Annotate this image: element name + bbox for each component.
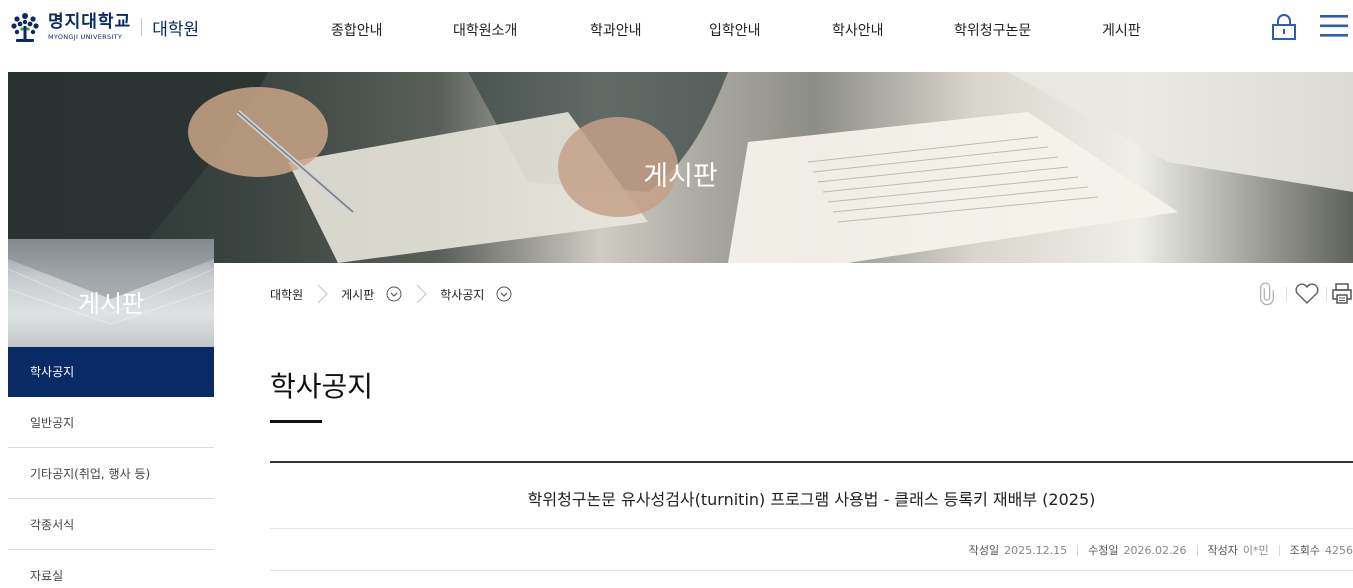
- breadcrumb-academic-notice[interactable]: 학사공지: [440, 286, 484, 303]
- chevron-right-icon: [416, 284, 428, 304]
- created-label: 작성일: [968, 544, 1000, 557]
- page-title: 학사공지: [270, 370, 374, 403]
- meta-divider: [1278, 544, 1280, 556]
- print-icon[interactable]: [1331, 282, 1353, 306]
- article-subject: 학위청구논문 유사성검사(turnitin) 프로그램 사용법 - 클래스 등록…: [527, 490, 1096, 509]
- breadcrumb-home[interactable]: 대학원: [270, 286, 303, 303]
- created-date: 2025.12.15: [1004, 543, 1068, 557]
- article-top-border: [270, 461, 1353, 463]
- sidebar-item-general-notice[interactable]: 일반공지: [8, 397, 214, 448]
- menu-icon[interactable]: [1320, 14, 1348, 38]
- sidebar-menu: 학사공지 일반공지 기타공지(취업, 행사 등) 각종서식 자료실: [8, 347, 214, 588]
- article-divider: [270, 570, 1353, 571]
- article-meta: 작성일 2025.12.15 수정일 2026.02.26 작성자 이*민 조회…: [969, 542, 1353, 558]
- site-header: 명지대학교 MYONGJI UNIVERSITY 대학원 종합안내 대학원소개 …: [0, 0, 1353, 66]
- views-count: 4256: [1325, 543, 1353, 557]
- nav-item-general-info[interactable]: 종합안내: [331, 20, 383, 40]
- author-name: 이*민: [1242, 544, 1269, 557]
- hero-title: 게시판: [643, 161, 718, 192]
- sidebar-item-other-notice[interactable]: 기타공지(취업, 행사 등): [8, 448, 214, 499]
- sidebar-title: 게시판: [77, 290, 145, 318]
- nav-item-board[interactable]: 게시판: [1102, 20, 1141, 40]
- util-divider: [1326, 287, 1327, 301]
- sidebar-item-academic-notice[interactable]: 학사공지: [8, 347, 214, 397]
- nav-item-about[interactable]: 대학원소개: [453, 20, 517, 40]
- heart-icon[interactable]: [1293, 282, 1321, 306]
- sidebar-header: 게시판: [8, 239, 214, 347]
- meta-divider: [1077, 544, 1079, 556]
- nav-item-thesis[interactable]: 학위청구논문: [954, 20, 1031, 40]
- article-divider: [270, 528, 1353, 529]
- sidebar-item-forms[interactable]: 각종서식: [8, 499, 214, 550]
- chevron-right-icon: [317, 284, 328, 304]
- meta-divider: [1196, 544, 1198, 556]
- chevron-down-circle-icon[interactable]: [386, 286, 402, 302]
- author-label: 작성자: [1207, 544, 1238, 557]
- breadcrumb-board[interactable]: 게시판: [341, 286, 374, 303]
- hero-banner: 게시판: [8, 72, 1353, 263]
- nav-item-admissions[interactable]: 입학안내: [709, 20, 761, 40]
- nav-item-academics[interactable]: 학사안내: [832, 20, 884, 40]
- attachment-icon[interactable]: [1258, 282, 1278, 306]
- nav-item-departments[interactable]: 학과안내: [590, 20, 642, 40]
- chevron-down-circle-icon[interactable]: [496, 286, 512, 302]
- modified-date: 2026.02.26: [1123, 543, 1187, 557]
- breadcrumb: 대학원 게시판 학사공지: [270, 283, 512, 305]
- util-divider: [1286, 287, 1287, 301]
- main-navigation: 종합안내 대학원소개 학과안내 입학안내 학사안내 학위청구논문 게시판: [0, 20, 1353, 40]
- title-underline: [270, 420, 322, 423]
- modified-label: 수정일: [1088, 544, 1119, 557]
- lock-icon[interactable]: [1270, 13, 1298, 41]
- sidebar-item-archive[interactable]: 자료실: [8, 550, 214, 588]
- views-label: 조회수: [1289, 544, 1320, 557]
